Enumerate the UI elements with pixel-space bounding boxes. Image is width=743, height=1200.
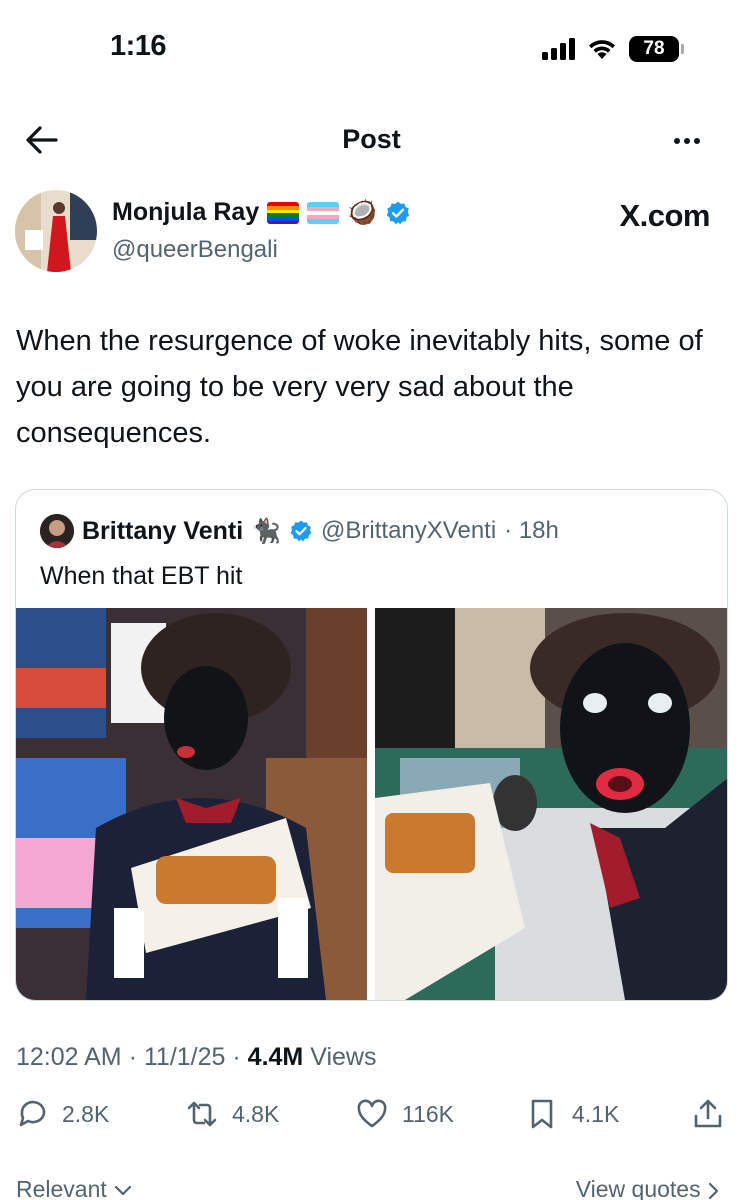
heart-icon: [357, 1099, 387, 1128]
transgender-flag-icon: [307, 201, 340, 224]
view-quotes-link[interactable]: View quotes: [576, 1176, 721, 1200]
more-dot-icon: [684, 138, 690, 144]
bookmark-icon: [531, 1099, 553, 1129]
more-dot-icon: [674, 138, 680, 144]
coconut-emoji: 🥥: [347, 199, 378, 226]
repost-button[interactable]: 4.8K: [184, 1096, 279, 1132]
repost-icon: [187, 1101, 217, 1127]
avatar-photo: [15, 190, 97, 272]
sort-replies-dropdown[interactable]: Relevant: [16, 1176, 133, 1200]
post-time: 12:02 AM: [16, 1043, 122, 1071]
views-label: Views: [310, 1043, 377, 1071]
quoted-media-image-2[interactable]: [375, 608, 727, 1000]
post-header: Post: [0, 110, 743, 170]
brand-watermark: X.com: [619, 198, 710, 233]
status-bar: 1:16 78: [0, 0, 743, 100]
views-count: 4.4M: [247, 1043, 304, 1071]
more-dot-icon: [694, 138, 700, 144]
quoted-post-time: · 18h: [504, 517, 559, 544]
cellular-signal-icon: [542, 38, 575, 60]
author-name-row: Monjula Ray 🥥: [112, 198, 411, 227]
meta-separator: ·: [128, 1043, 137, 1071]
battery-icon: 78: [629, 36, 684, 62]
quoted-media-image-1[interactable]: [16, 608, 367, 1000]
status-icons: 78: [542, 36, 684, 62]
share-icon: [694, 1099, 722, 1128]
quoted-post-text: When that EBT hit: [40, 562, 243, 590]
quoted-author-name: Brittany Venti: [82, 516, 244, 545]
author-handle[interactable]: @queerBengali: [112, 236, 278, 264]
quoted-post-card[interactable]: Brittany Venti 🐈‍⬛ @BrittanyXVenti · 18h…: [15, 489, 728, 1001]
wifi-icon: [589, 40, 615, 59]
black-cat-emoji: 🐈‍⬛: [251, 517, 282, 545]
quoted-post-header: Brittany Venti 🐈‍⬛ @BrittanyXVenti · 18h: [40, 514, 559, 548]
action-bar: 2.8K 4.8K 116K 4.1K: [0, 1096, 743, 1146]
rainbow-flag-icon: [267, 201, 300, 224]
battery-level: 78: [643, 38, 665, 59]
bookmark-count: 4.1K: [572, 1100, 620, 1127]
reply-button[interactable]: 2.8K: [14, 1096, 109, 1132]
like-count: 116K: [402, 1100, 455, 1127]
post-meta: 12:02 AM · 11/1/25 · 4.4M Views: [16, 1043, 376, 1072]
page-title: Post: [342, 124, 401, 154]
quoted-author-avatar: [40, 514, 74, 548]
verified-badge-icon: [290, 520, 312, 542]
repost-count: 4.8K: [232, 1100, 280, 1127]
reply-icon: [19, 1100, 46, 1127]
author-avatar[interactable]: [15, 190, 97, 272]
quoted-author-handle: @BrittanyXVenti: [321, 517, 497, 544]
more-options-button[interactable]: [669, 126, 705, 156]
chevron-down-icon: [115, 1185, 132, 1196]
like-button[interactable]: 116K: [354, 1096, 454, 1132]
meta-separator: ·: [232, 1043, 241, 1071]
reply-count: 2.8K: [62, 1100, 110, 1127]
chevron-right-icon: [708, 1182, 719, 1200]
post-date: 11/1/25: [143, 1043, 226, 1071]
replies-filter-row: Relevant View quotes: [0, 1176, 743, 1200]
sort-label: Relevant: [16, 1176, 107, 1200]
view-quotes-label: View quotes: [575, 1176, 701, 1200]
share-button[interactable]: [690, 1096, 726, 1132]
verified-badge-icon: [386, 201, 410, 224]
author-name[interactable]: Monjula Ray: [112, 198, 259, 227]
bookmark-button[interactable]: 4.1K: [524, 1096, 619, 1132]
post-text: When the resurgence of woke inevitably h…: [16, 325, 703, 449]
status-time: 1:16: [110, 30, 167, 62]
